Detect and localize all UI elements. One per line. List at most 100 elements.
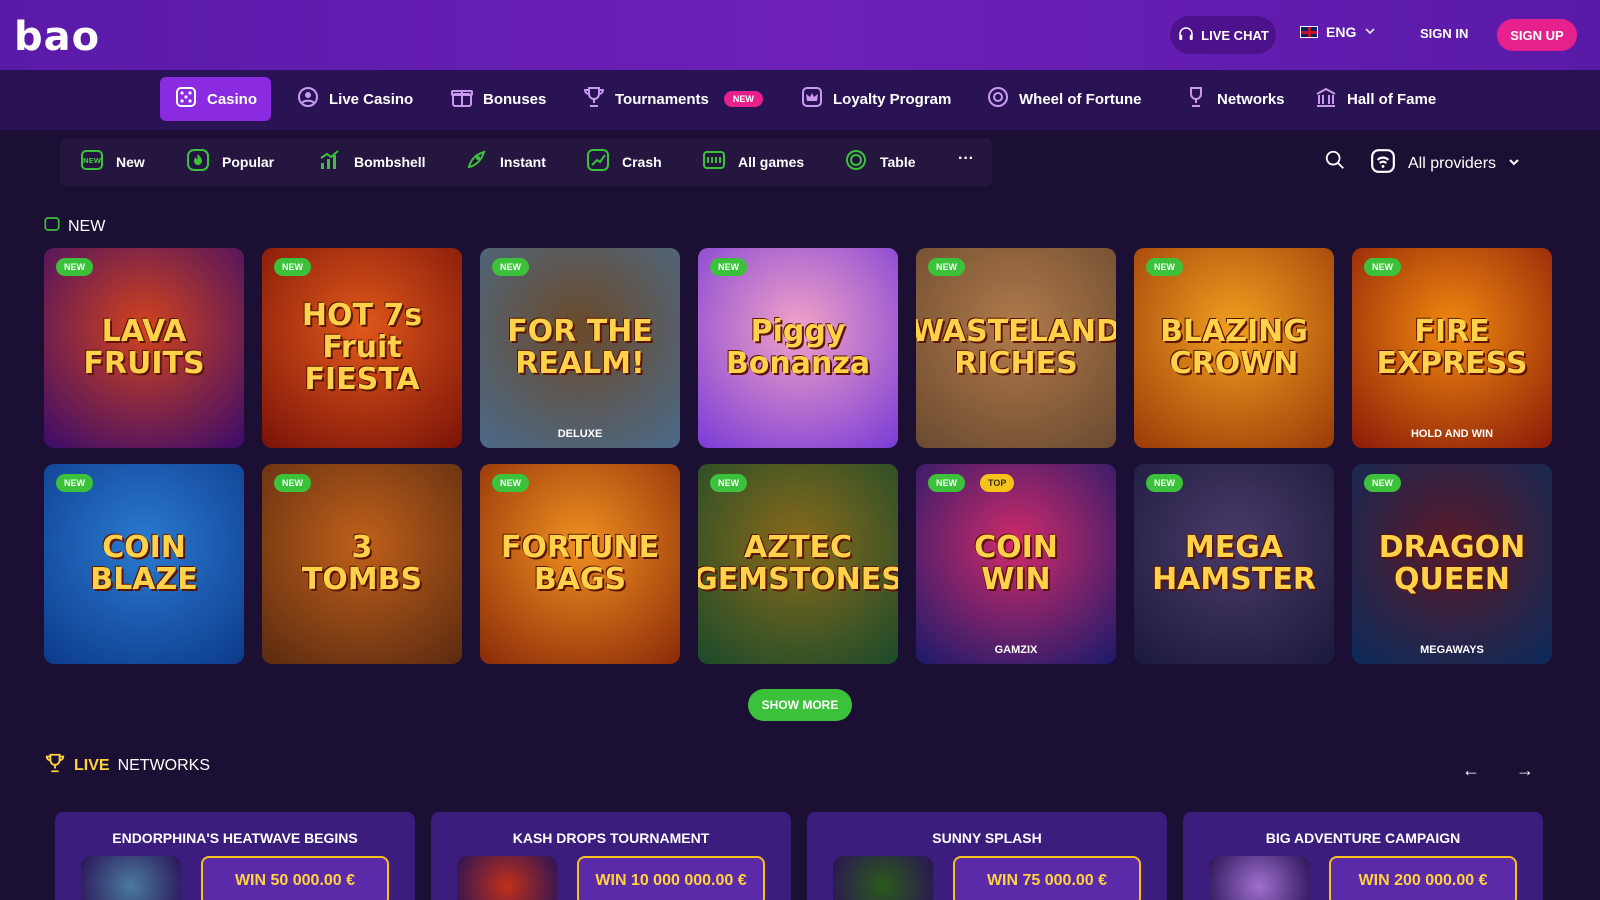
nav-bonuses[interactable]: Bonuses (436, 77, 560, 121)
new-tag: NEW (274, 474, 311, 492)
nav-label: Wheel of Fortune (1019, 90, 1142, 108)
new-tag: NEW (56, 258, 93, 276)
nav-live-casino[interactable]: Live Casino (282, 77, 427, 121)
language-selector[interactable]: ENG (1300, 24, 1376, 40)
next-arrow-button[interactable]: → (1516, 760, 1534, 781)
game-title: AZTEC GEMSTONES (698, 530, 898, 597)
show-more-button[interactable]: SHOW MORE (748, 689, 852, 721)
svg-text:NEW: NEW (83, 157, 102, 165)
category-crash[interactable]: Crash (586, 148, 662, 175)
new-tag: NEW (928, 474, 965, 492)
category-all-games[interactable]: All games (702, 148, 804, 175)
network-card-prize: WIN 50 000.00 € (201, 856, 389, 900)
game-tile[interactable]: NEW MEGA HAMSTER (1134, 464, 1334, 664)
network-card[interactable]: BIG ADVENTURE CAMPAIGN WIN 200 000.00 € (1183, 812, 1543, 900)
network-card-prize: WIN 10 000 000.00 € (577, 856, 765, 900)
main-nav: Casino Live Casino Bonuses Tournaments N… (0, 70, 1600, 130)
sign-in-button[interactable]: SIGN IN (1420, 26, 1468, 41)
game-subtitle: MEGAWAYS (1420, 644, 1484, 656)
network-card-title: ENDORPHINA'S HEATWAVE BEGINS (112, 830, 358, 846)
gift-icon (450, 85, 474, 113)
category-popular[interactable]: Popular (186, 148, 274, 175)
game-tile[interactable]: NEW TOP COIN WIN GAMZIX (916, 464, 1116, 664)
game-title: COIN BLAZE (90, 530, 198, 597)
live-label: LIVE (74, 756, 110, 774)
category-label: Table (880, 153, 916, 170)
nav-tournaments[interactable]: Tournaments NEW (568, 77, 777, 121)
new-tag: NEW (928, 258, 965, 276)
game-title: FOR THE REALM! (507, 314, 653, 381)
search-icon[interactable] (1324, 149, 1346, 176)
nav-hall-of-fame[interactable]: Hall of Fame (1300, 77, 1450, 121)
nav-label: Live Casino (329, 90, 414, 108)
crash-icon (586, 148, 610, 175)
game-tile[interactable]: NEW FORTUNE BAGS (480, 464, 680, 664)
game-tile[interactable]: NEW AZTEC GEMSTONES (698, 464, 898, 664)
table-icon (844, 148, 868, 175)
new-tag: NEW (1364, 474, 1401, 492)
game-tile[interactable]: NEW FOR THE REALM! DELUXE (480, 248, 680, 448)
live-chat-button[interactable]: LIVE CHAT (1170, 16, 1276, 54)
rocket-icon (464, 148, 488, 175)
bao-logo[interactable]: bao (14, 14, 100, 60)
section-label: NEW (68, 217, 106, 235)
category-label: All games (738, 153, 805, 170)
game-tile[interactable]: NEW FIRE EXPRESS HOLD AND WIN (1352, 248, 1552, 448)
game-tile[interactable]: NEW HOT 7s Fruit FIESTA (262, 248, 462, 448)
top-bar: bao LIVE CHAT ENG SIGN IN SIGN UP (0, 0, 1600, 70)
nav-networks[interactable]: Networks (1170, 77, 1299, 121)
providers-label: All providers (1408, 154, 1497, 172)
nav-label: Loyalty Program (833, 90, 952, 108)
new-section-title: NEW (44, 216, 105, 237)
top-tag: TOP (980, 474, 1015, 492)
live-chat-label: LIVE CHAT (1201, 27, 1269, 43)
game-title: MEGA HAMSTER (1152, 530, 1316, 597)
bar-chart-icon (318, 148, 342, 175)
category-bombshell[interactable]: Bombshell (318, 148, 426, 175)
game-title: DRAGON QUEEN (1378, 530, 1526, 597)
game-tile[interactable]: NEW COIN BLAZE (44, 464, 244, 664)
nav-loyalty-program[interactable]: Loyalty Program (786, 77, 965, 121)
category-table[interactable]: Table (844, 148, 916, 175)
sign-up-button[interactable]: SIGN UP (1497, 19, 1577, 51)
new-tag: NEW (274, 258, 311, 276)
game-title: Piggy Bonanza (725, 314, 871, 381)
game-tile[interactable]: NEW BLAZING CROWN (1134, 248, 1334, 448)
category-new[interactable]: NEW New (80, 148, 145, 175)
chevron-down-icon (1508, 155, 1520, 173)
new-tag: NEW (1146, 474, 1183, 492)
uk-flag-icon (1300, 26, 1318, 38)
nav-label: Networks (1217, 90, 1285, 108)
network-card-prize: WIN 200 000.00 € (1329, 856, 1517, 900)
category-instant[interactable]: Instant (464, 148, 546, 175)
network-card[interactable]: KASH DROPS TOURNAMENT WIN 10 000 000.00 € (431, 812, 791, 900)
network-card-thumbnail (833, 856, 933, 900)
live-dealer-icon (296, 85, 320, 113)
nav-label: Hall of Fame (1347, 90, 1437, 108)
providers-dropdown[interactable]: All providers (1370, 148, 1520, 179)
new-category-icon: NEW (80, 148, 104, 175)
networks-label: NETWORKS (117, 756, 211, 774)
game-tile[interactable]: NEW 3 TOMBS (262, 464, 462, 664)
game-tile[interactable]: NEW WASTELAND RICHES (916, 248, 1116, 448)
game-tile[interactable]: NEW Piggy Bonanza (698, 248, 898, 448)
providers-icon (1370, 148, 1396, 179)
category-bar: NEW New Popular Bombshell Instant Crash … (60, 138, 992, 186)
network-card-thumbnail (81, 856, 181, 900)
prev-arrow-button[interactable]: ← (1462, 760, 1480, 781)
networks-section-title: LIVE NETWORKS (44, 752, 210, 779)
network-card[interactable]: ENDORPHINA'S HEATWAVE BEGINS WIN 50 000.0… (55, 812, 415, 900)
nav-label: Tournaments (615, 90, 709, 108)
nav-casino[interactable]: Casino (160, 77, 272, 121)
more-categories-button[interactable]: ··· (958, 150, 974, 168)
network-card[interactable]: SUNNY SPLASH WIN 75 000.00 € (807, 812, 1167, 900)
game-tile[interactable]: NEW DRAGON QUEEN MEGAWAYS (1352, 464, 1552, 664)
new-tag: NEW (492, 258, 529, 276)
language-label: ENG (1326, 24, 1357, 40)
nav-label: Casino (207, 90, 258, 108)
game-tile[interactable]: NEW LAVA FRUITS (44, 248, 244, 448)
nav-wheel-of-fortune[interactable]: Wheel of Fortune (972, 77, 1156, 121)
game-title: COIN WIN (974, 530, 1058, 597)
network-card-thumbnail (457, 856, 557, 900)
game-title: FORTUNE BAGS (500, 530, 660, 597)
